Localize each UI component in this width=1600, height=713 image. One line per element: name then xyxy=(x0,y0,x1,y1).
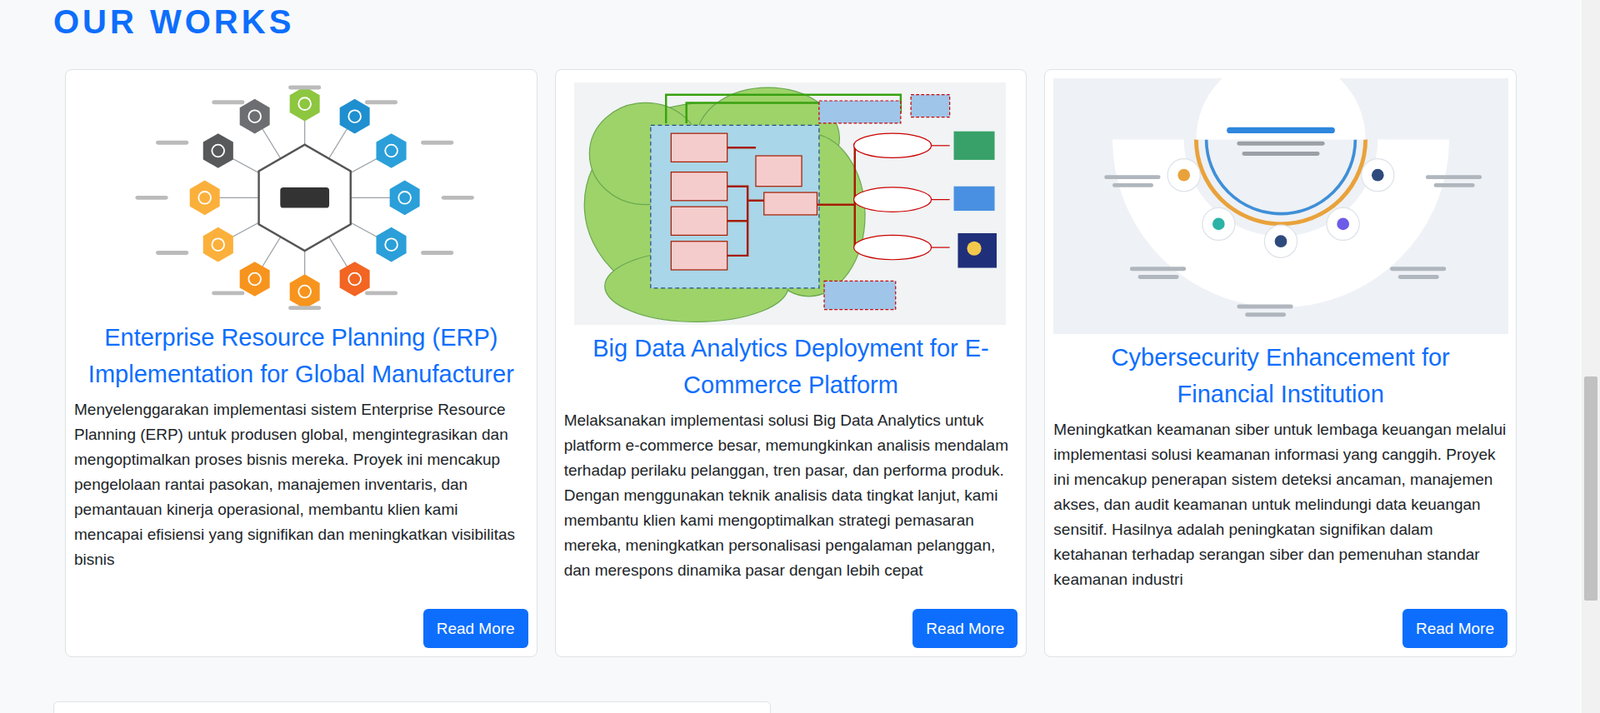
work-description: Melaksanakan implementasi solusi Big Dat… xyxy=(564,408,1019,584)
work-image xyxy=(74,78,530,315)
works-section: OUR WORKS Enterprise Resource Planning (… xyxy=(0,1,1600,658)
card-footer: Read More xyxy=(74,592,529,649)
card-footer: Read More xyxy=(564,592,1019,649)
read-more-button[interactable]: Read More xyxy=(423,609,529,649)
work-card: Cybersecurity Enhancement for Financial … xyxy=(1044,69,1517,658)
scrollbar-thumb[interactable] xyxy=(1584,376,1598,601)
work-title[interactable]: Enterprise Resource Planning (ERP) Imple… xyxy=(74,319,529,393)
next-section-card xyxy=(53,701,771,713)
card-footer: Read More xyxy=(1053,592,1508,649)
work-title[interactable]: Big Data Analytics Deployment for E-Comm… xyxy=(564,330,1019,404)
work-card: Enterprise Resource Planning (ERP) Imple… xyxy=(65,69,538,658)
read-more-button[interactable]: Read More xyxy=(1402,609,1508,649)
page: OUR WORKS Enterprise Resource Planning (… xyxy=(0,0,1600,713)
work-description: Meningkatkan keamanan siber untuk lembag… xyxy=(1053,417,1508,593)
work-image xyxy=(1053,78,1509,335)
work-description: Menyelenggarakan implementasi sistem Ent… xyxy=(74,397,529,573)
works-grid: Enterprise Resource Planning (ERP) Imple… xyxy=(65,69,1517,658)
section-heading: OUR WORKS xyxy=(53,1,1517,42)
work-image xyxy=(574,82,1006,325)
scrollbar-track[interactable] xyxy=(1581,0,1600,713)
work-card: Big Data Analytics Deployment for E-Comm… xyxy=(555,69,1028,658)
read-more-button[interactable]: Read More xyxy=(912,609,1018,649)
work-title[interactable]: Cybersecurity Enhancement for Financial … xyxy=(1053,339,1508,413)
